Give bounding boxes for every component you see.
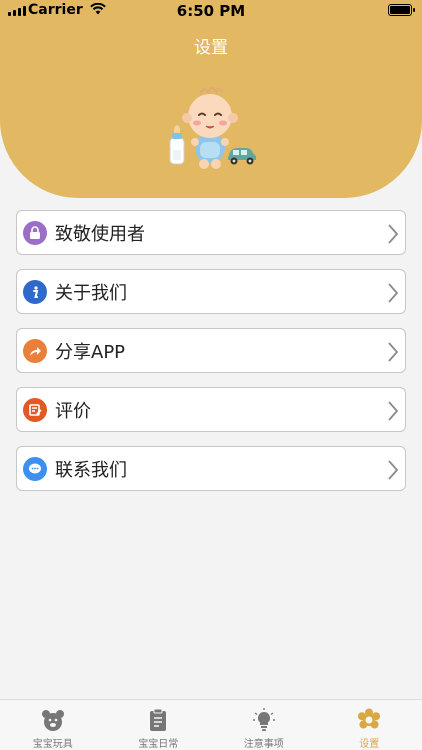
menu-item-label: 关于我们 (55, 282, 127, 304)
bear-icon (41, 708, 65, 732)
menu-item-salute-users[interactable]: 致敬使用者 (16, 210, 406, 255)
menu-item-label: 分享APP (55, 341, 126, 363)
menu-item-label: 联系我们 (55, 459, 127, 481)
battery-icon (388, 4, 415, 16)
tab-baby-toys[interactable]: 宝宝玩具 (0, 700, 106, 750)
menu-item-rate[interactable]: 评价 (16, 387, 406, 432)
lock-icon (23, 220, 47, 245)
tab-label: 注意事项 (243, 739, 284, 750)
chevron-right-icon (388, 460, 399, 480)
menu-item-label: 致敬使用者 (55, 223, 145, 245)
status-time: 6:50 PM (176, 2, 246, 20)
tab-bar: 宝宝玩具 宝宝日常 注意事项 设置 (0, 699, 422, 750)
tab-label: 设置 (359, 739, 380, 750)
status-bar: Carrier 6:50 PM (0, 0, 422, 22)
rate-icon (23, 397, 47, 422)
tab-settings[interactable]: 设置 (317, 700, 422, 750)
chat-icon (23, 456, 47, 481)
tab-baby-daily[interactable]: 宝宝日常 (106, 700, 212, 750)
menu-item-about-us[interactable]: 关于我们 (16, 269, 406, 314)
chevron-right-icon (388, 342, 399, 362)
clipboard-icon (146, 708, 170, 732)
settings-menu: 致敬使用者 关于我们 分享APP 评价 联系我们 (16, 210, 406, 505)
chevron-right-icon (388, 401, 399, 421)
tab-precautions[interactable]: 注意事项 (211, 700, 317, 750)
lightbulb-icon (252, 708, 276, 732)
menu-item-contact-us[interactable]: 联系我们 (16, 446, 406, 491)
baby-illustration (169, 87, 256, 169)
menu-item-share-app[interactable]: 分享APP (16, 328, 406, 373)
chevron-right-icon (388, 224, 399, 244)
info-icon (23, 279, 47, 304)
share-icon (23, 338, 47, 363)
page-title: 设置 (194, 38, 228, 58)
tab-label: 宝宝玩具 (32, 739, 73, 750)
gear-flower-icon (357, 708, 381, 732)
header-banner: Carrier 6:50 PM 设置 (0, 0, 422, 198)
tab-label: 宝宝日常 (138, 739, 179, 750)
menu-item-label: 评价 (55, 400, 91, 422)
chevron-right-icon (388, 283, 399, 303)
